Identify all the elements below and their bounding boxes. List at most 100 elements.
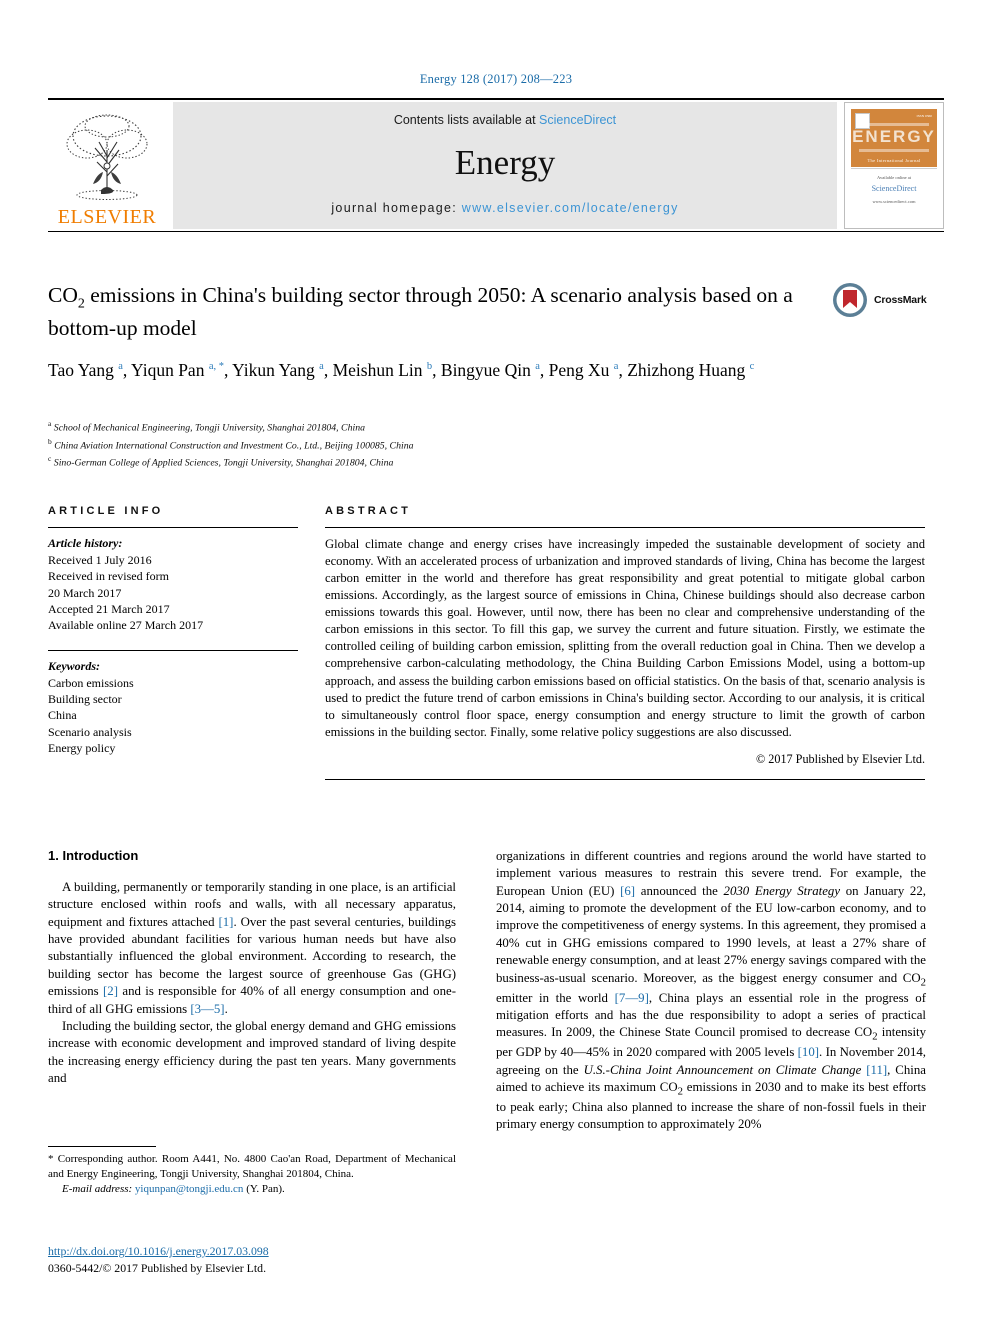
author-entry: Zhizhong Huang c [627,360,754,380]
affiliation-mark: c [48,454,52,464]
abstract-copyright: © 2017 Published by Elsevier Ltd. [755,751,925,766]
author-name: Meishun Lin [332,360,423,380]
keyword-item: Energy policy [48,740,116,755]
article-info-rule [48,527,298,528]
abstract-text: Global climate change and energy crises … [325,537,925,739]
author-entry: Yiqun Pan a, *, [131,360,233,380]
article-history-item: Accepted 21 March 2017 [48,601,170,616]
email-note: E-mail address: yiqunpan@tongji.edu.cn (… [48,1182,456,1197]
keywords-label: Keywords: [48,658,100,673]
cover-footer-line1: Available online at [877,175,911,180]
body-paragraph: A building, permanently or temporarily s… [48,880,456,1016]
author-affil-mark: c [749,361,755,373]
article-info-heading: ARTICLE INFO [48,505,164,517]
author-entry: Peng Xu a, [548,360,628,380]
masthead-bottom-rule [48,231,944,232]
article-history-item: Received in revised form [48,569,169,584]
author-affil-mark: a [613,361,619,373]
article-info-section: ARTICLE INFO Article history: Received 1… [48,505,298,756]
affiliation-list: a School of Mechanical Engineering, Tong… [48,418,848,471]
keyword-item: Scenario analysis [48,724,132,739]
author-affil-mark: a [319,361,324,373]
article-history-item: Received 1 July 2016 [48,553,152,567]
author-entry: Yikun Yang a, [232,360,333,380]
abstract-section: ABSTRACT Global climate change and energ… [325,505,925,780]
affiliation-item: a School of Mechanical Engineering, Tong… [48,418,848,436]
author-entry: Meishun Lin b, [332,360,441,380]
journal-homepage-line: journal homepage: www.elsevier.com/locat… [331,201,678,215]
journal-band: Contents lists available at ScienceDirec… [173,102,837,229]
author-name: Yikun Yang [232,360,315,380]
affiliation-item: b China Aviation International Construct… [48,436,848,454]
elsevier-wordmark: ELSEVIER [57,206,157,228]
crossmark-badge[interactable]: CrossMark [832,277,936,323]
keywords-rule [48,649,298,651]
body-column-left: 1. Introduction A building, permanently … [48,848,456,1087]
title-subscript: 2 [77,296,85,312]
article-history-item: 20 March 2017 [48,585,122,600]
keyword-item: China [48,708,77,723]
footnote-block: * Corresponding author. Room A441, No. 4… [48,1152,456,1198]
sciencedirect-link[interactable]: ScienceDirect [539,113,616,127]
title-block: CO2 emissions in China's building sector… [48,281,848,342]
affiliation-text: Sino-German College of Applied Sciences,… [53,457,394,469]
author-affil-mark: a [535,361,540,373]
author-name: Peng Xu [548,360,610,380]
masthead-top-rule [48,98,944,100]
body-column-right: organizations in different countries and… [496,848,926,1134]
issn-copyright-line: 0360-5442/© 2017 Published by Elsevier L… [48,1261,267,1276]
doi-link[interactable]: http://dx.doi.org/10.1016/j.energy.2017.… [48,1243,478,1260]
contents-prefix: Contents lists available at [393,113,540,127]
journal-masthead: ELSEVIER Contents lists available at Sci… [48,98,944,232]
abstract-rule [325,527,925,528]
author-affil-mark: a, * [208,361,224,373]
author-name: Tao Yang [48,360,114,380]
cover-banner: ISSN 0360 ENERGY The International Journ… [851,109,937,167]
author-name: Bingyue Qin [440,360,531,380]
homepage-prefix: journal homepage: [331,201,462,215]
author-name: Zhizhong Huang [627,360,746,380]
body-paragraph: Including the building sector, the globa… [48,1018,456,1085]
author-entry: Bingyue Qin a, [440,360,549,380]
keyword-item: Building sector [48,691,122,706]
journal-cover-thumbnail[interactable]: ISSN 0360 ENERGY The International Journ… [844,102,944,229]
article-history-item: Available online 27 March 2017 [48,618,204,633]
elsevier-tree-icon [66,114,148,200]
cover-title: ENERGY [852,127,936,146]
contents-available-line: Contents lists available at ScienceDirec… [394,113,616,127]
cover-issn-code: ISSN 0360 [916,114,932,118]
affiliation-item: c Sino-German College of Applied Science… [48,453,848,471]
affiliation-mark: b [48,436,52,446]
section-heading-introduction: 1. Introduction [48,848,139,863]
page-title: CO2 emissions in China's building sector… [48,281,848,342]
cover-footer-line2: ScienceDirect [871,184,917,193]
email-label: E-mail address: [62,1183,133,1196]
running-head: Energy 128 (2017) 208—223 [419,72,573,86]
crossmark-icon [833,283,867,317]
elsevier-logo: ELSEVIER [48,102,166,229]
cover-subtitle: The International Journal [867,158,921,163]
abstract-heading: ABSTRACT [325,505,412,517]
crossmark-label: CrossMark [874,294,927,306]
article-history-label: Article history: [48,536,123,550]
affiliation-mark: a [48,419,52,428]
author-affil-mark: b [426,361,433,373]
journal-homepage-link[interactable]: www.elsevier.com/locate/energy [462,201,679,215]
keywords-block: Keywords: Carbon emissions Building sect… [48,649,298,757]
email-link[interactable]: yiqunpan@tongji.edu.cn [135,1183,244,1195]
author-entry: Tao Yang a, [48,360,132,380]
author-name: Yiqun Pan [131,360,205,380]
cover-footer: Available online at ScienceDirect www.sc… [845,168,943,228]
corresponding-author-note: * Corresponding author. Room A441, No. 4… [48,1153,456,1181]
doi-block: http://dx.doi.org/10.1016/j.energy.2017.… [48,1243,478,1277]
abstract-bottom-rule [325,778,925,780]
affiliation-text: School of Mechanical Engineering, Tongji… [53,422,366,434]
body-paragraph: organizations in different countries and… [496,849,927,1132]
affiliation-text: China Aviation International Constructio… [54,440,414,451]
journal-title: Energy [454,143,556,182]
title-part2: emissions in China's building sector thr… [48,283,793,340]
keyword-item: Carbon emissions [48,675,134,690]
paper-page: Energy 128 (2017) 208—223 ELSEVIER Conte… [0,0,992,1323]
email-suffix: (Y. Pan). [246,1183,285,1196]
cover-footer-line3: www.sciencedirect.com [872,199,916,204]
